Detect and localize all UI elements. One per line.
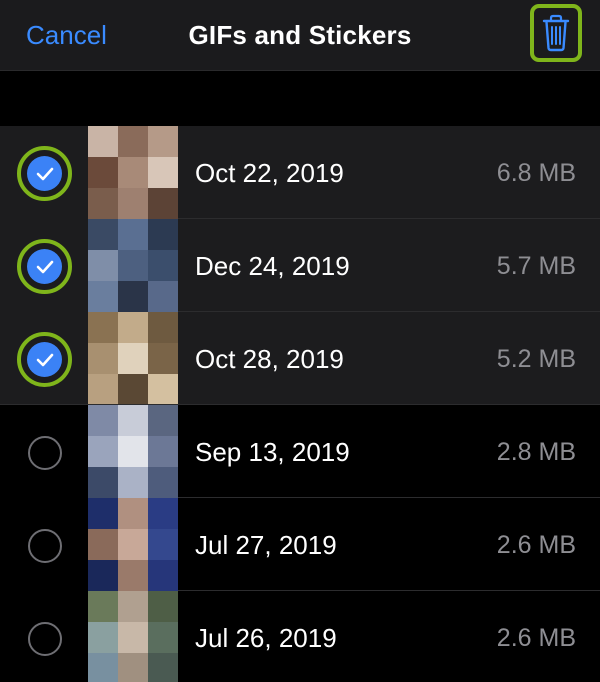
gif-thumbnail [88,126,178,219]
empty-circle-icon [27,621,62,656]
gif-list: Oct 22, 2019 6.8 MB Dec 24, 2019 5.7 MB Oct … [0,126,600,682]
list-item[interactable]: Oct 22, 2019 6.8 MB [0,126,600,219]
selection-checkbox[interactable] [17,332,72,387]
gif-date: Oct 28, 2019 [195,344,344,374]
list-item[interactable]: Jul 26, 2019 2.6 MB [0,591,600,682]
gif-thumbnail [88,498,178,591]
gif-date: Sep 13, 2019 [195,437,350,467]
list-item[interactable]: Sep 13, 2019 2.8 MB [0,405,600,498]
list-item[interactable]: Jul 27, 2019 2.6 MB [0,498,600,591]
checkmark-circle-icon [27,249,62,284]
selection-checkbox[interactable] [17,146,72,201]
section-spacer [0,72,600,126]
page-title: GIFs and Stickers [188,20,412,50]
gif-file-size: 2.6 MB [496,624,576,652]
gif-date: Dec 24, 2019 [195,251,350,281]
gif-date: Jul 26, 2019 [195,623,337,653]
gif-file-size: 5.7 MB [496,252,576,280]
selection-checkbox[interactable] [17,239,72,294]
empty-circle-icon [27,528,62,563]
checkmark-circle-icon [27,342,62,377]
gif-date: Oct 22, 2019 [195,158,344,188]
gif-date: Jul 27, 2019 [195,530,337,560]
list-item[interactable]: Oct 28, 2019 5.2 MB [0,312,600,405]
gif-file-size: 6.8 MB [496,159,576,187]
gif-thumbnail [88,312,178,405]
navigation-bar: Cancel GIFs and Stickers [0,0,600,71]
gif-thumbnail [88,591,178,682]
selection-checkbox[interactable] [17,518,72,573]
gif-file-size: 2.8 MB [496,438,576,466]
list-item[interactable]: Dec 24, 2019 5.7 MB [0,219,600,312]
empty-circle-icon [27,435,62,470]
gif-thumbnail [88,219,178,312]
gif-file-size: 5.2 MB [496,345,576,373]
gif-thumbnail [88,405,178,498]
delete-button[interactable] [530,4,582,62]
selection-checkbox[interactable] [17,611,72,666]
selection-checkbox[interactable] [17,425,72,480]
gif-file-size: 2.6 MB [496,531,576,559]
checkmark-circle-icon [27,156,62,191]
trash-icon [542,14,570,52]
